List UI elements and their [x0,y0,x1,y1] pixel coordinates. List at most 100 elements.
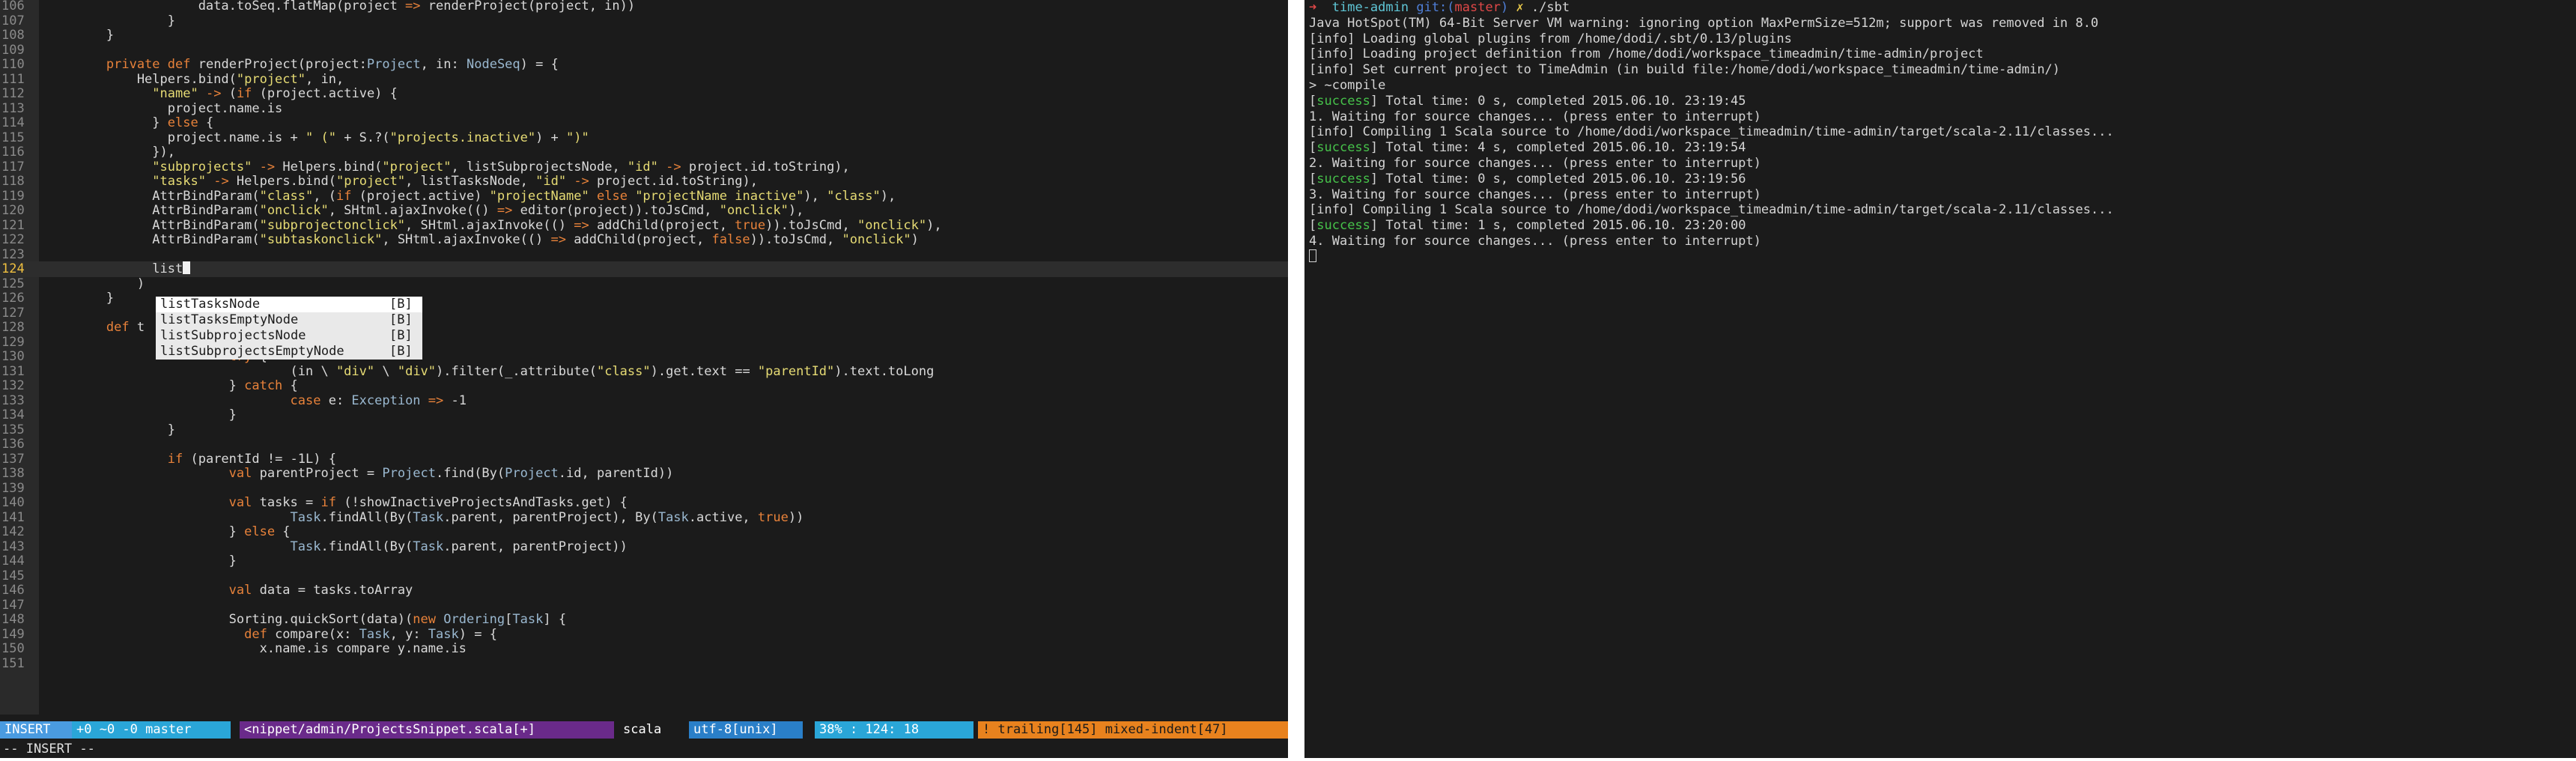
code-line[interactable]: 132 } catch { [0,378,1288,394]
log-message: Loading global plugins from /home/dodi/.… [1355,31,1792,46]
line-number: 147 [1,597,25,613]
line-number: 127 [1,305,25,321]
code-line[interactable]: 135 } [0,422,1288,438]
code-text[interactable]: ) [45,276,145,292]
code-line[interactable]: 124 list [0,261,1288,277]
code-line[interactable]: 151 [0,656,1288,672]
code-line[interactable]: 147 [0,598,1288,613]
code-text[interactable]: val parentProject = Project.find(By(Proj… [45,466,674,482]
code-text[interactable]: def t [45,320,145,336]
code-line[interactable]: 122 AttrBindParam("subtaskonclick", SHtm… [0,232,1288,248]
log-message: > ~compile [1309,78,1386,93]
code-text[interactable]: val tasks = if (!showInactiveProjectsAnd… [45,495,628,511]
code-line[interactable]: 120 AttrBindParam("onclick", SHtml.ajaxI… [0,203,1288,219]
code-text[interactable]: (in \ "div" \ "div").filter(_.attribute(… [45,364,935,380]
code-text[interactable]: } [45,13,175,29]
code-line[interactable]: 107 } [0,13,1288,29]
code-line[interactable]: 141 Task.findAll(By(Task.parent, parentP… [0,510,1288,526]
code-line[interactable]: 131 (in \ "div" \ "div").filter(_.attrib… [0,364,1288,380]
code-text[interactable]: AttrBindParam("class", (if (project.acti… [45,189,896,204]
code-text[interactable]: private def renderProject(project:Projec… [45,57,559,73]
code-line[interactable]: 117 "subprojects" -> Helpers.bind("proje… [0,160,1288,175]
code-line[interactable]: 149 def compare(x: Task, y: Task) = { [0,627,1288,643]
code-line[interactable]: 148 Sorting.quickSort(data)(new Ordering… [0,612,1288,628]
code-line[interactable]: 145 [0,569,1288,584]
code-line[interactable]: 150 x.name.is compare y.name.is [0,641,1288,657]
code-line[interactable]: 134 } [0,407,1288,423]
completion-popup[interactable]: listTasksNode [B] listTasksEmptyNode [B] lis… [156,297,422,360]
completion-item[interactable]: listTasksNode [B] [156,297,422,312]
code-text[interactable]: data.toSeq.flatMap(project => renderProj… [45,0,635,14]
code-line[interactable]: 146 val data = tasks.toArray [0,583,1288,598]
terminal-cursor-line[interactable] [1309,249,1316,265]
cursor-position: 38% : 124: 18 [815,721,973,739]
code-line[interactable]: 137 if (parentId != -1L) { [0,452,1288,467]
completion-item[interactable]: listTasksEmptyNode [B] [156,312,422,328]
code-text[interactable]: } [45,554,237,569]
code-line[interactable]: 108 } [0,28,1288,43]
code-text[interactable]: "subprojects" -> Helpers.bind("project",… [45,160,849,175]
code-text[interactable]: } [45,422,175,438]
terminal-line: [success] Total time: 0 s, completed 201… [1309,94,1746,109]
line-number: 113 [1,100,25,116]
code-line[interactable]: 123 [0,247,1288,263]
code-text[interactable]: if (parentId != -1L) { [45,452,336,467]
vim-editor-pane[interactable]: 106 data.toSeq.flatMap(project => render… [0,0,1288,758]
code-text[interactable]: Helpers.bind("project", in, [45,72,344,88]
code-line[interactable]: 109 [0,43,1288,58]
code-text[interactable]: project.name.is + " (" + S.?("projects.i… [45,130,589,146]
completion-item[interactable]: listSubprojectsEmptyNode [B] [156,344,422,360]
code-text[interactable]: AttrBindParam("subprojectonclick", SHtml… [45,218,941,234]
code-line[interactable]: 116 }), [0,145,1288,160]
code-text[interactable]: Sorting.quickSort(data)(new Ordering[Tas… [45,612,566,628]
code-line[interactable]: 113 project.name.is [0,101,1288,117]
code-text[interactable]: AttrBindParam("onclick", SHtml.ajaxInvok… [45,203,804,219]
code-text[interactable]: } else { [45,115,213,131]
code-line[interactable]: 139 [0,481,1288,497]
code-text[interactable]: Task.findAll(By(Task.parent, parentProje… [45,510,804,526]
completion-item[interactable]: listSubprojectsNode [B] [156,328,422,344]
code-line[interactable]: 133 case e: Exception => -1 [0,393,1288,409]
code-line[interactable]: 125 ) [0,276,1288,292]
code-line[interactable]: 136 [0,437,1288,452]
code-text[interactable]: x.name.is compare y.name.is [45,641,467,657]
code-text[interactable]: def compare(x: Task, y: Task) = { [45,627,497,643]
code-text[interactable]: list [45,261,191,277]
code-text[interactable]: } catch { [45,378,298,394]
code-line[interactable]: 115 project.name.is + " (" + S.?("projec… [0,130,1288,146]
code-text[interactable]: Task.findAll(By(Task.parent, parentProje… [45,539,628,555]
code-line[interactable]: 121 AttrBindParam("subprojectonclick", S… [0,218,1288,234]
code-text[interactable]: "name" -> (if (project.active) { [45,86,398,102]
code-text[interactable]: "tasks" -> Helpers.bind("project", listT… [45,174,758,190]
code-text[interactable]: project.name.is [45,101,283,117]
code-line[interactable]: 144 } [0,554,1288,569]
terminal-line: [info] Loading project definition from /… [1309,46,1984,62]
code-text[interactable]: } [45,407,237,423]
code-text[interactable]: } [45,28,114,43]
code-line[interactable]: 143 Task.findAll(By(Task.parent, parentP… [0,539,1288,555]
code-text[interactable]: }), [45,145,175,160]
code-text[interactable]: } [45,291,114,306]
code-line[interactable]: 142 } else { [0,524,1288,540]
code-line[interactable]: 138 val parentProject = Project.find(By(… [0,466,1288,482]
log-message: Total time: 0 s, completed 2015.06.10. 2… [1378,93,1746,109]
terminal-pane[interactable]: ➜ time-admin git:(master) ✗ ./sbt Java H… [1304,0,2576,758]
line-number: 143 [1,539,25,554]
code-line[interactable]: 119 AttrBindParam("class", (if (project.… [0,189,1288,204]
code-line[interactable]: 111 Helpers.bind("project", in, [0,72,1288,88]
log-message: Loading project definition from /home/do… [1355,46,1984,62]
completion-kind: [B] [389,297,413,312]
line-number: 133 [1,392,25,408]
line-number: 121 [1,217,25,233]
code-line[interactable]: 118 "tasks" -> Helpers.bind("project", l… [0,174,1288,190]
code-line[interactable]: 110 private def renderProject(project:Pr… [0,57,1288,73]
code-line[interactable]: 114 } else { [0,115,1288,131]
code-line[interactable]: 112 "name" -> (if (project.active) { [0,86,1288,102]
code-text[interactable]: } else { [45,524,291,540]
code-text[interactable]: val data = tasks.toArray [45,583,413,598]
code-line[interactable]: 106 data.toSeq.flatMap(project => render… [0,0,1288,14]
code-text[interactable]: AttrBindParam("subtaskonclick", SHtml.aj… [45,232,919,248]
code-text[interactable]: case e: Exception => -1 [45,393,467,409]
prompt-branch: master [1454,0,1501,15]
code-line[interactable]: 140 val tasks = if (!showInactiveProject… [0,495,1288,511]
